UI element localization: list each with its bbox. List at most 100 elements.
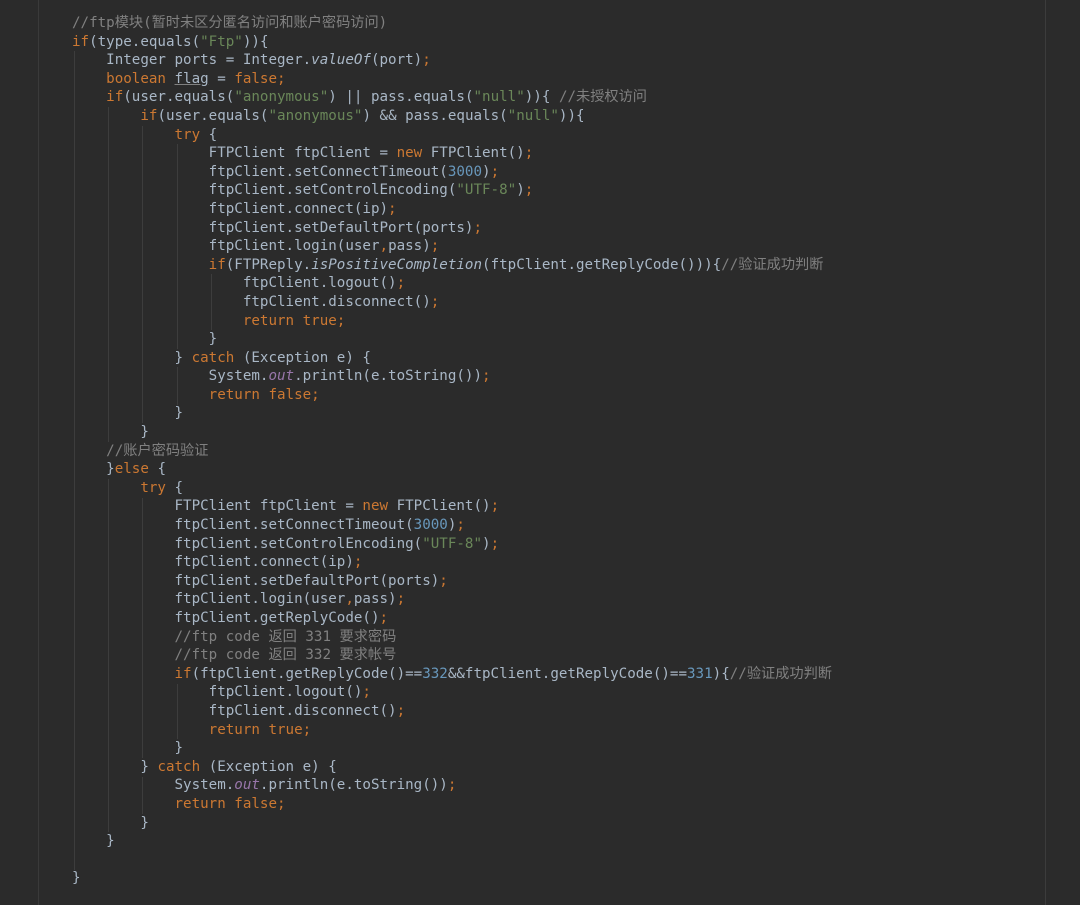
code-token: { — [174, 479, 184, 496]
code-line: FTPClient ftpClient = new FTPClient(); — [72, 497, 832, 516]
code-token: (FTPReply. — [225, 256, 312, 273]
code-line: //ftp code 返回 331 要求密码 — [72, 628, 832, 647]
code-token: valueOf — [311, 52, 371, 69]
code-token: (ftpClient.getReplyCode()== — [191, 665, 423, 682]
code-token: ; — [456, 517, 465, 534]
code-token: ; — [396, 591, 406, 608]
code-token: try — [140, 479, 175, 496]
code-token: "UTF-8" — [456, 182, 517, 199]
code-token: { — [259, 33, 269, 50]
code-token: (Exception e) { — [242, 349, 371, 366]
code-token: ftpClient.setDefaultPort(ports) — [174, 572, 440, 589]
code-token: ftpClient.setDefaultPort(ports) — [208, 219, 474, 236]
code-token: ; — [396, 702, 406, 719]
code-line: ftpClient.logout(); — [72, 274, 832, 293]
code-editor[interactable]: //ftp模块(暂时未区分匿名访问和账户密码访问) if(type.equals(… — [0, 0, 1080, 905]
code-token: { — [712, 256, 722, 273]
code-token: ) — [712, 665, 722, 682]
code-line: //ftp模块(暂时未区分匿名访问和账户密码访问) — [72, 14, 832, 33]
code-line: ftpClient.login(user,pass); — [72, 590, 832, 609]
code-token: "anonymous" — [234, 89, 329, 106]
code-token: boolean — [106, 70, 175, 87]
code-token: out — [234, 777, 260, 794]
code-line: ftpClient.setConnectTimeout(3000); — [72, 516, 832, 535]
code-token: "Ftp" — [200, 33, 243, 50]
code-token: 331 — [687, 665, 713, 682]
code-line: if(user.equals("anonymous") && pass.equa… — [72, 107, 832, 126]
code-line: } — [72, 832, 832, 851]
code-line: FTPClient ftpClient = new FTPClient(); — [72, 144, 832, 163]
code-line: Integer ports = Integer.valueOf(port); — [72, 51, 832, 70]
code-token: catch — [157, 758, 209, 775]
code-token: if — [106, 89, 124, 106]
code-line: //账户密码验证 — [72, 442, 832, 461]
code-token: //ftp code 返回 331 要求密码 — [174, 628, 397, 645]
code-token: pass) — [353, 591, 397, 608]
code-token: ftpClient.setControlEncoding( — [174, 535, 423, 552]
code-token: } — [140, 758, 158, 775]
code-token: (Exception e) { — [208, 758, 337, 775]
code-line: System.out.println(e.toString()); — [72, 776, 832, 795]
code-token: "UTF-8" — [422, 535, 483, 552]
code-token: "anonymous" — [268, 107, 363, 124]
code-token: else — [114, 461, 158, 478]
code-token: ; — [396, 275, 406, 292]
code-token: .println(e.toString()) — [294, 368, 483, 385]
code-line: boolean flag = false; — [72, 70, 832, 89]
code-area[interactable]: //ftp模块(暂时未区分匿名访问和账户密码访问) if(type.equals(… — [72, 14, 832, 888]
code-token: ; — [439, 572, 448, 589]
gutter-divider — [38, 0, 39, 905]
code-token: FTPClient ftpClient = — [174, 498, 363, 515]
code-token: isPositiveCompletion — [311, 256, 483, 273]
code-token: ; — [388, 200, 397, 217]
code-token: )) — [242, 33, 260, 50]
code-token: System. — [208, 368, 269, 385]
code-line: } — [72, 330, 832, 349]
code-token: = — [208, 70, 235, 87]
code-line: ftpClient.disconnect(); — [72, 702, 832, 721]
code-token: ; — [524, 182, 534, 199]
code-token: ; — [379, 610, 389, 626]
code-token: return true; — [242, 312, 346, 329]
code-line: ftpClient.disconnect(); — [72, 293, 832, 312]
code-token: (port) — [370, 52, 423, 69]
code-token: "null" — [473, 89, 525, 106]
right-margin-guide — [1045, 0, 1046, 905]
code-line: ftpClient.setControlEncoding("UTF-8"); — [72, 181, 832, 200]
code-token: //ftp模块(暂时未区分匿名访问和账户密码访问) — [72, 15, 388, 31]
code-token: try — [174, 126, 209, 143]
code-token: ; — [447, 777, 457, 794]
code-line: return true; — [72, 721, 832, 740]
code-line: return false; — [72, 386, 832, 405]
code-token: flag — [174, 70, 209, 87]
code-token: ftpClient.connect(ip) — [174, 554, 354, 571]
code-token: ; — [422, 52, 431, 69]
code-token: { — [576, 107, 585, 124]
code-token: //账户密码验证 — [106, 442, 209, 459]
code-token: ) — [482, 535, 491, 552]
code-token: .println(e.toString()) — [259, 777, 448, 794]
code-token: ftpClient.disconnect() — [242, 293, 431, 310]
code-token: return false; — [208, 386, 320, 403]
